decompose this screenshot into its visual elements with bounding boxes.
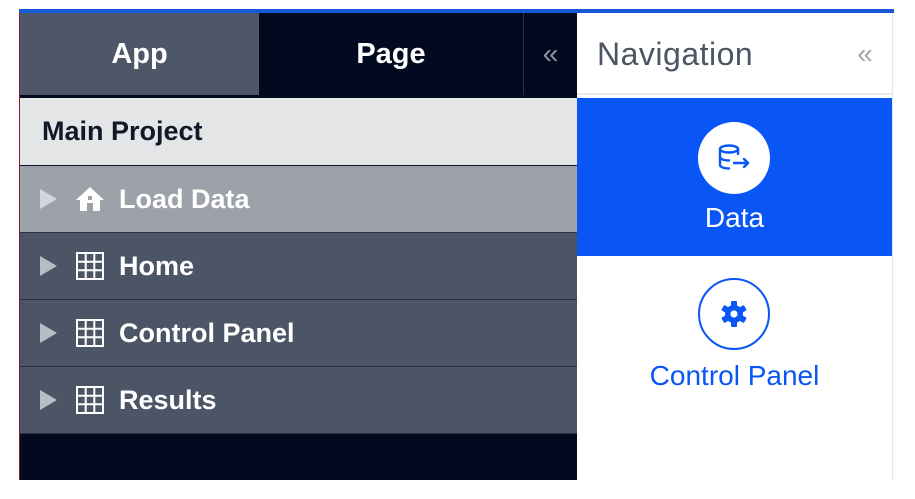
expand-arrow-icon[interactable]: [40, 189, 57, 209]
tree-item-control-panel[interactable]: Control Panel: [20, 300, 577, 367]
tree-item-label: Home: [119, 250, 195, 281]
table-grid-icon: [73, 249, 107, 283]
tree-item-label: Control Panel: [119, 317, 295, 348]
nav-item-data[interactable]: Data: [577, 98, 892, 256]
nav-item-label: Control Panel: [649, 360, 820, 391]
tree-item-results[interactable]: Results: [20, 367, 577, 434]
sidebar-tabs: App Page «: [20, 13, 577, 95]
nav-item-label: Data: [704, 202, 765, 233]
double-chevron-left-icon: «: [542, 38, 559, 69]
table-grid-icon: [73, 316, 107, 350]
table-grid-icon: [73, 383, 107, 417]
nav-item-control-panel[interactable]: Control Panel: [577, 256, 892, 414]
navigation-panel: Navigation « Data Control Panel: [577, 13, 893, 480]
tab-app[interactable]: App: [20, 13, 259, 95]
collapse-sidebar-button[interactable]: «: [523, 13, 577, 95]
expand-arrow-icon[interactable]: [40, 390, 57, 410]
tab-page-label: Page: [356, 37, 426, 70]
tree-item-label: Results: [119, 384, 217, 415]
expand-arrow-icon[interactable]: [40, 323, 57, 343]
tab-page[interactable]: Page: [259, 13, 523, 95]
project-title: Main Project: [42, 116, 203, 146]
left-sidebar-panel: App Page « Main Project Load Data Home C…: [19, 13, 577, 480]
expand-arrow-icon[interactable]: [40, 256, 57, 276]
navigation-title: Navigation: [597, 35, 754, 72]
gear-icon: [698, 278, 770, 350]
tree-item-home[interactable]: Home: [20, 233, 577, 300]
navigation-header: Navigation «: [577, 13, 893, 95]
collapse-navigation-button[interactable]: «: [847, 13, 883, 95]
home-icon: [73, 182, 107, 216]
tab-app-label: App: [111, 37, 168, 70]
double-chevron-left-icon: «: [857, 38, 873, 69]
tree-item-load-data[interactable]: Load Data: [20, 166, 577, 233]
tree-item-label: Load Data: [119, 183, 250, 214]
database-export-icon: [698, 122, 770, 194]
project-header[interactable]: Main Project: [20, 98, 577, 166]
